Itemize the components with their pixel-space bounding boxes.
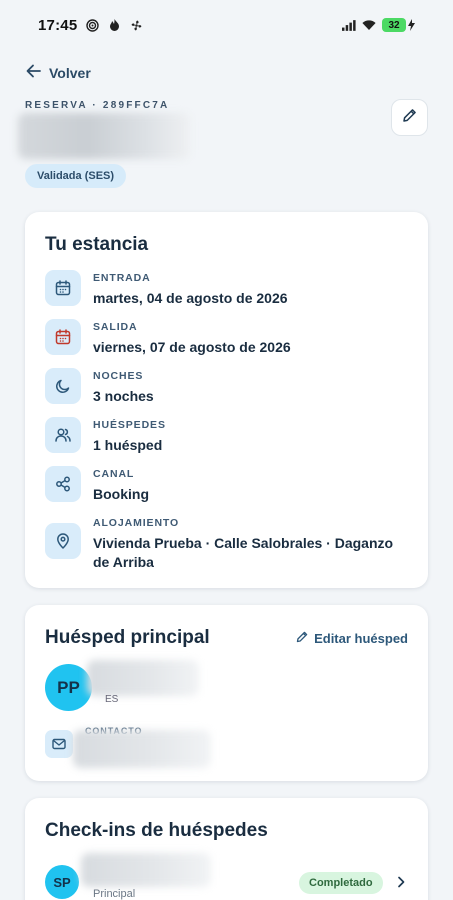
row-label: CANAL (93, 468, 135, 480)
reservation-code: RESERVA · 289FFC7A (25, 100, 170, 111)
row-value: 3 noches (93, 388, 154, 404)
flame-icon (107, 18, 121, 32)
redacted-property-name (18, 113, 190, 159)
edit-reservation-button[interactable] (391, 99, 428, 136)
share-icon (45, 466, 81, 502)
row-label: HUÉSPEDES (93, 419, 166, 431)
row-value: viernes, 07 de agosto de 2026 (93, 339, 291, 355)
guest-country: ES (105, 694, 119, 705)
battery-level: 32 (382, 18, 406, 32)
avatar: PP (45, 664, 92, 711)
edit-guest-button[interactable]: Editar huésped (295, 630, 408, 647)
location-pin-icon (45, 523, 81, 559)
row-label: SALIDA (93, 321, 138, 333)
back-label: Volver (49, 64, 91, 81)
pencil-icon (401, 107, 418, 129)
wifi-icon (362, 18, 376, 32)
fan-icon (129, 18, 143, 32)
back-button[interactable]: Volver (26, 64, 91, 81)
status-bar: 17:45 32 (0, 0, 453, 50)
checkins-title: Check-ins de huéspedes (45, 820, 268, 841)
pencil-icon (295, 630, 309, 647)
row-value: Vivienda Prueba · Calle Salobrales · Dag… (93, 535, 394, 570)
stay-row-noches: NOCHES 3 noches (45, 368, 403, 406)
moon-icon (45, 368, 81, 404)
notification-target-icon (85, 18, 99, 32)
row-label: NOCHES (93, 370, 144, 382)
redacted-contact (73, 730, 211, 768)
redacted-guest-name (87, 660, 199, 696)
stay-row-entrada: ENTRADA martes, 04 de agosto de 2026 (45, 270, 403, 308)
stay-title: Tu estancia (45, 234, 149, 255)
guest-card: Huésped principal Editar huésped PP ES C… (25, 605, 428, 781)
stay-row-canal: CANAL Booking (45, 466, 403, 504)
avatar: SP (45, 865, 79, 899)
redacted-checkin-name (81, 853, 211, 887)
checkin-role: Principal (93, 888, 136, 900)
edit-guest-label: Editar huésped (314, 631, 408, 646)
stay-row-huespedes: HUÉSPEDES 1 huésped (45, 417, 403, 455)
status-badge: Completado (299, 872, 383, 894)
users-icon (45, 417, 81, 453)
mail-icon (45, 730, 73, 758)
status-badge: Validada (SES) (25, 164, 127, 188)
calendar-icon (45, 270, 81, 306)
row-label: ENTRADA (93, 272, 151, 284)
stay-row-salida: SALIDA viernes, 07 de agosto de 2026 (45, 319, 403, 357)
signal-icon (342, 18, 356, 32)
row-value: 1 huésped (93, 437, 163, 453)
calendar-out-icon (45, 319, 81, 355)
chevron-right-icon[interactable] (393, 874, 409, 890)
checkins-card: Check-ins de huéspedes SP Principal Comp… (25, 798, 428, 900)
row-value: martes, 04 de agosto de 2026 (93, 290, 288, 306)
guest-title: Huésped principal (45, 627, 210, 648)
stay-row-alojamiento: ALOJAMIENTO Vivienda Prueba · Calle Salo… (45, 515, 403, 572)
row-label: ALOJAMIENTO (93, 517, 180, 529)
arrow-left-icon (26, 64, 41, 81)
stay-card: Tu estancia ENTRADA martes, 04 de agosto… (25, 212, 428, 588)
battery-icon: 32 (382, 18, 415, 32)
row-value: Booking (93, 486, 149, 502)
status-time: 17:45 (38, 16, 78, 34)
